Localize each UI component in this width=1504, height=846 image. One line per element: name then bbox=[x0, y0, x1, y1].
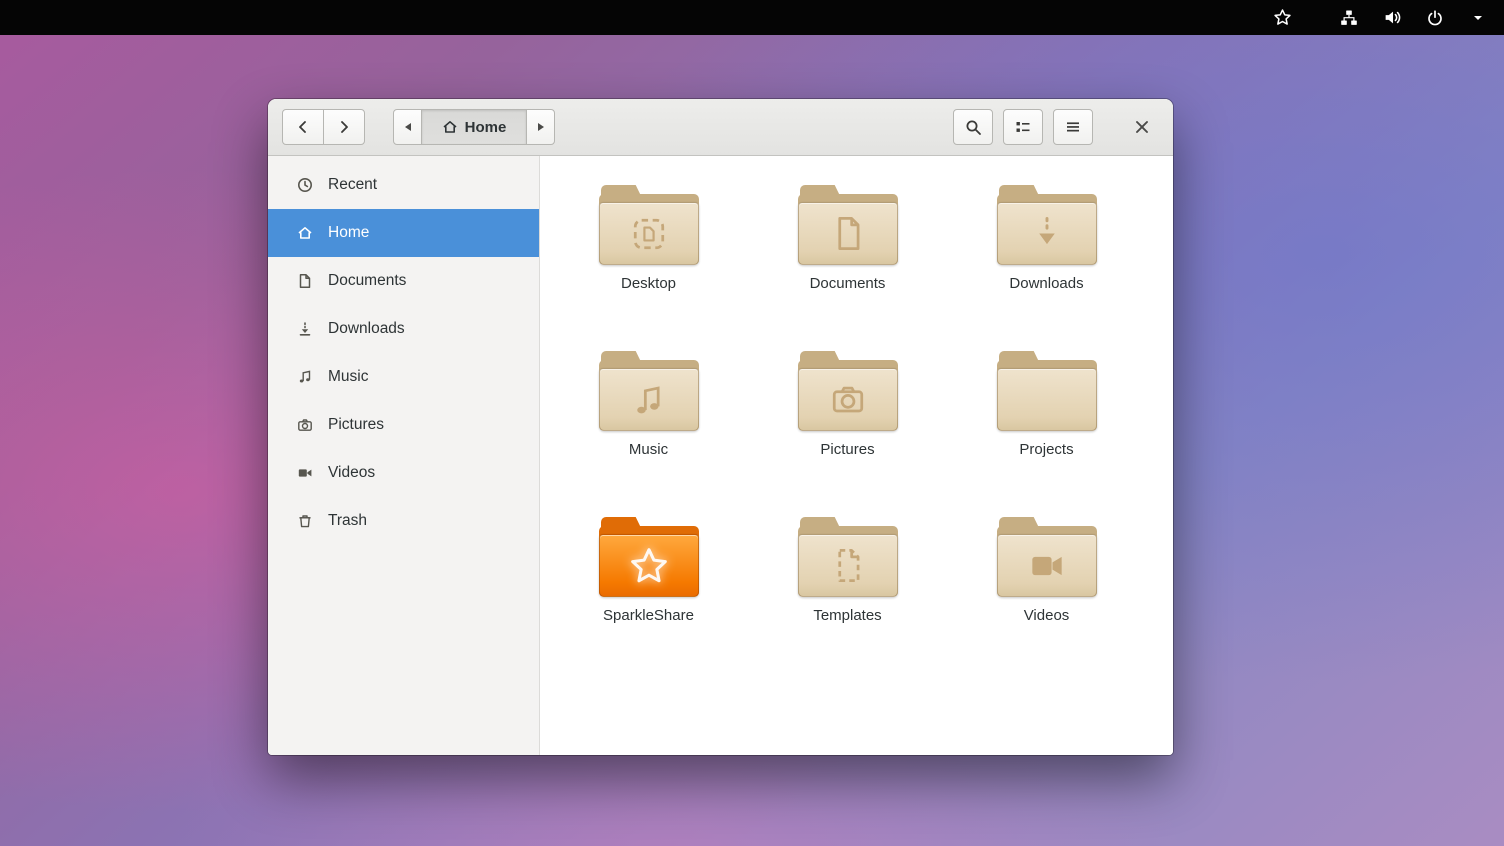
folder-tile-pictures[interactable]: Pictures bbox=[748, 351, 947, 517]
file-name: Documents bbox=[810, 275, 886, 292]
sidebar-item-label: Pictures bbox=[328, 416, 384, 434]
folder-tile-downloads[interactable]: Downloads bbox=[947, 185, 1146, 351]
path-scroll-left-button[interactable] bbox=[393, 109, 422, 145]
sidebar-item-label: Music bbox=[328, 368, 368, 386]
window-close-button[interactable] bbox=[1125, 110, 1159, 144]
sidebar-item-label: Documents bbox=[328, 272, 406, 290]
sidebar-item-label: Trash bbox=[328, 512, 367, 530]
file-name: Projects bbox=[1019, 441, 1073, 458]
files-window: Home Recent bbox=[268, 99, 1173, 755]
folder-icon bbox=[798, 185, 898, 265]
folder-icon bbox=[599, 517, 699, 597]
sidebar-item-downloads[interactable]: Downloads bbox=[268, 305, 539, 353]
folder-tile-sparkleshare[interactable]: SparkleShare bbox=[549, 517, 748, 683]
sidebar-item-videos[interactable]: Videos bbox=[268, 449, 539, 497]
file-name: SparkleShare bbox=[603, 607, 694, 624]
power-icon[interactable] bbox=[1423, 6, 1447, 30]
folder-tile-desktop[interactable]: Desktop bbox=[549, 185, 748, 351]
download-emblem-icon bbox=[1025, 212, 1069, 256]
video-icon bbox=[297, 465, 313, 481]
folder-tile-templates[interactable]: Templates bbox=[748, 517, 947, 683]
trash-icon bbox=[297, 513, 313, 529]
file-grid: Desktop Documents Downloads bbox=[540, 156, 1173, 683]
window-body: Recent Home Documents Downloads Music Pi… bbox=[268, 156, 1173, 755]
folder-icon bbox=[997, 351, 1097, 431]
chevron-right-icon bbox=[336, 119, 352, 135]
search-icon bbox=[965, 119, 982, 136]
folder-tile-projects[interactable]: Projects bbox=[947, 351, 1146, 517]
music-icon bbox=[297, 369, 313, 385]
folder-icon bbox=[798, 351, 898, 431]
forward-button[interactable] bbox=[323, 109, 365, 145]
document-icon bbox=[297, 273, 313, 289]
places-sidebar: Recent Home Documents Downloads Music Pi… bbox=[268, 156, 540, 755]
home-icon bbox=[442, 119, 458, 135]
chevron-down-icon[interactable] bbox=[1466, 6, 1490, 30]
video-emblem-icon bbox=[1025, 544, 1069, 588]
file-name: Pictures bbox=[820, 441, 874, 458]
shell-top-bar bbox=[0, 0, 1504, 35]
camera-emblem-icon bbox=[826, 378, 870, 422]
clock-icon bbox=[297, 177, 313, 193]
desktop-emblem-icon bbox=[627, 212, 671, 256]
close-icon bbox=[1134, 119, 1150, 135]
hamburger-menu-icon bbox=[1065, 119, 1081, 135]
path-scroll-right-button[interactable] bbox=[526, 109, 555, 145]
menu-button[interactable] bbox=[1053, 109, 1093, 145]
file-name: Downloads bbox=[1009, 275, 1083, 292]
star-emblem-icon bbox=[626, 543, 672, 589]
sidebar-item-label: Videos bbox=[328, 464, 375, 482]
folder-icon bbox=[599, 351, 699, 431]
folder-icon bbox=[599, 185, 699, 265]
header-actions bbox=[953, 109, 1159, 145]
template-emblem-icon bbox=[826, 544, 870, 588]
download-icon bbox=[297, 321, 313, 337]
camera-icon bbox=[297, 417, 313, 433]
sidebar-item-recent[interactable]: Recent bbox=[268, 161, 539, 209]
path-home-button[interactable]: Home bbox=[421, 109, 527, 145]
network-icon[interactable] bbox=[1337, 6, 1361, 30]
sidebar-item-pictures[interactable]: Pictures bbox=[268, 401, 539, 449]
triangle-right-icon bbox=[536, 122, 546, 132]
music-emblem-icon bbox=[627, 378, 671, 422]
path-bar: Home bbox=[393, 109, 555, 145]
file-name: Desktop bbox=[621, 275, 676, 292]
document-emblem-icon bbox=[826, 212, 870, 256]
header-bar: Home bbox=[268, 99, 1173, 156]
file-name: Templates bbox=[813, 607, 881, 624]
sidebar-item-documents[interactable]: Documents bbox=[268, 257, 539, 305]
sidebar-item-label: Home bbox=[328, 224, 369, 242]
home-icon bbox=[297, 225, 313, 241]
file-name: Music bbox=[629, 441, 668, 458]
volume-icon[interactable] bbox=[1380, 6, 1404, 30]
list-view-icon bbox=[1015, 119, 1031, 135]
folder-tile-documents[interactable]: Documents bbox=[748, 185, 947, 351]
file-view: Desktop Documents Downloads bbox=[540, 156, 1173, 755]
favorites-star-icon[interactable] bbox=[1270, 6, 1294, 30]
chevron-left-icon bbox=[295, 119, 311, 135]
folder-tile-music[interactable]: Music bbox=[549, 351, 748, 517]
sidebar-item-label: Recent bbox=[328, 176, 377, 194]
path-current-label: Home bbox=[465, 119, 507, 136]
sidebar-item-label: Downloads bbox=[328, 320, 405, 338]
triangle-left-icon bbox=[403, 122, 413, 132]
folder-icon bbox=[798, 517, 898, 597]
sidebar-item-home[interactable]: Home bbox=[268, 209, 539, 257]
search-button[interactable] bbox=[953, 109, 993, 145]
file-name: Videos bbox=[1024, 607, 1070, 624]
sidebar-item-trash[interactable]: Trash bbox=[268, 497, 539, 545]
folder-tile-videos[interactable]: Videos bbox=[947, 517, 1146, 683]
folder-icon bbox=[997, 185, 1097, 265]
folder-icon bbox=[997, 517, 1097, 597]
sidebar-item-music[interactable]: Music bbox=[268, 353, 539, 401]
back-button[interactable] bbox=[282, 109, 324, 145]
view-toggle-button[interactable] bbox=[1003, 109, 1043, 145]
history-nav-group bbox=[282, 109, 365, 145]
